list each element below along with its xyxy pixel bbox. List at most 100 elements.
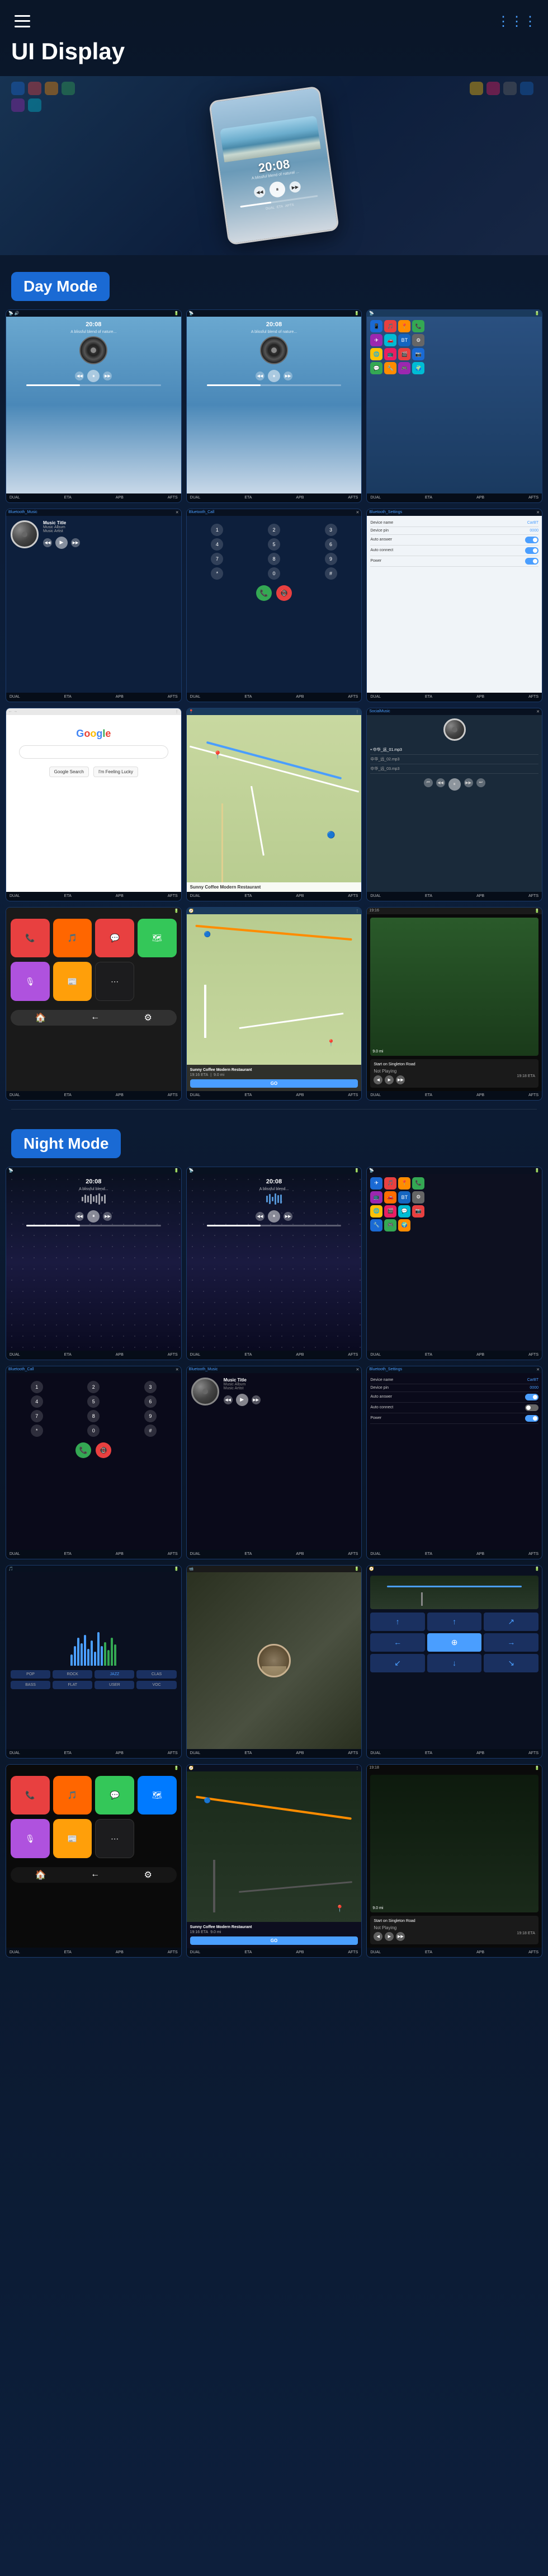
hero-next-btn[interactable]: ▶▶ — [289, 181, 301, 194]
map-ctrl-1[interactable]: ↑ — [370, 1613, 425, 1631]
app-icon[interactable]: 🎵 — [384, 320, 396, 332]
more-app[interactable]: ⋯ — [95, 962, 134, 1001]
app-n3[interactable]: 📍 — [398, 1177, 410, 1190]
app-n8[interactable]: ⚙ — [412, 1191, 424, 1204]
n-maps-app[interactable]: 🗺 — [138, 1776, 177, 1815]
local-next2[interactable]: ⏭ — [476, 778, 485, 787]
night-play2[interactable]: ⏸ — [268, 1210, 280, 1223]
next-btn[interactable]: ▶▶ — [103, 372, 112, 380]
dial-0[interactable]: 0 — [268, 567, 280, 580]
night-prev2[interactable]: ◀◀ — [256, 1212, 264, 1221]
map-ctrl-2[interactable]: ↑ — [427, 1613, 482, 1631]
n-messages-app[interactable]: 💬 — [95, 1776, 134, 1815]
nav-dots-icon[interactable]: ⋮⋮⋮ — [497, 13, 537, 30]
eq-btn-2[interactable]: ROCK — [53, 1670, 92, 1679]
google-search-btn[interactable]: Google Search — [49, 767, 89, 777]
n-bt-next[interactable]: ▶▶ — [252, 1395, 261, 1404]
map-ctrl-5[interactable]: → — [484, 1633, 538, 1652]
app-icon[interactable]: 📞 — [412, 320, 424, 332]
bt-play[interactable]: ▶ — [55, 537, 68, 549]
app-n6[interactable]: 🚗 — [384, 1191, 396, 1204]
app-icon[interactable]: 🌐 — [370, 348, 382, 360]
night-prev[interactable]: ◀◀ — [75, 1212, 84, 1221]
app-n9[interactable]: 🌐 — [370, 1205, 382, 1218]
n-news[interactable]: 📰 — [53, 1819, 92, 1858]
map-ctrl-center[interactable]: ⊕ — [427, 1633, 482, 1652]
n-np-play[interactable]: ▶ — [385, 1932, 394, 1941]
map-ctrl-7[interactable]: ↓ — [427, 1654, 482, 1672]
dial-2[interactable]: 2 — [268, 524, 280, 536]
call-btn[interactable]: 📞 — [256, 585, 272, 601]
n-dial-7[interactable]: 7 — [31, 1410, 43, 1422]
app-icon[interactable]: 🔧 — [384, 362, 396, 374]
n-dial-3[interactable]: 3 — [144, 1381, 157, 1393]
app-n10[interactable]: 🎬 — [384, 1205, 396, 1218]
eq-btn-6[interactable]: FLAT — [53, 1681, 92, 1689]
n-podcast[interactable]: 🎙 — [11, 1819, 50, 1858]
night-next2[interactable]: ▶▶ — [284, 1212, 292, 1221]
app-n11[interactable]: 💬 — [398, 1205, 410, 1218]
app-n7[interactable]: BT — [398, 1191, 410, 1204]
local-prev2[interactable]: ◀◀ — [436, 778, 445, 787]
messages-app[interactable]: 💬 — [95, 919, 134, 958]
eq-btn-5[interactable]: BASS — [11, 1681, 50, 1689]
n-dial-8[interactable]: 8 — [87, 1410, 100, 1422]
map-ctrl-6[interactable]: ↙ — [370, 1654, 425, 1672]
n-end-call[interactable]: 📵 — [96, 1442, 111, 1458]
n-dial-hash[interactable]: # — [144, 1425, 157, 1437]
app-icon[interactable]: 🚗 — [384, 334, 396, 346]
n-dial-5[interactable]: 5 — [87, 1395, 100, 1408]
prev-btn[interactable]: ◀◀ — [75, 372, 84, 380]
bt-next[interactable]: ▶▶ — [71, 538, 80, 547]
n-bt-prev[interactable]: ◀◀ — [224, 1395, 233, 1404]
lucky-btn[interactable]: I'm Feeling Lucky — [93, 767, 138, 777]
track-3[interactable]: 中华_远_03.mp3 — [370, 764, 538, 774]
dial-8[interactable]: 8 — [268, 553, 280, 565]
n-call-btn[interactable]: 📞 — [75, 1442, 91, 1458]
eq-btn-7[interactable]: USER — [95, 1681, 134, 1689]
n-siri[interactable]: ⚙ — [144, 1869, 152, 1881]
siri-icon[interactable]: ⚙ — [144, 1012, 152, 1023]
n-dial-2[interactable]: 2 — [87, 1381, 100, 1393]
dial-9[interactable]: 9 — [325, 553, 337, 565]
app-icon[interactable]: 🌍 — [412, 362, 424, 374]
end-call-btn[interactable]: 📵 — [276, 585, 292, 601]
back-icon[interactable]: ← — [91, 1012, 100, 1023]
google-search-bar[interactable] — [19, 745, 168, 759]
power-toggle[interactable] — [525, 558, 538, 565]
auto-connect-toggle[interactable] — [525, 547, 538, 554]
app-icon[interactable]: 📷 — [412, 348, 424, 360]
map-ctrl-4[interactable]: ← — [370, 1633, 425, 1652]
night-next[interactable]: ▶▶ — [103, 1212, 112, 1221]
news-app[interactable]: 📰 — [53, 962, 92, 1001]
play-btn[interactable]: ⏸ — [87, 370, 100, 382]
music-app[interactable]: 🎵 — [53, 919, 92, 958]
n-dial-0[interactable]: 0 — [87, 1425, 100, 1437]
dial-6[interactable]: 6 — [325, 538, 337, 551]
n-home[interactable]: 🏠 — [35, 1869, 46, 1881]
track-2[interactable]: 中华_远_02.mp3 — [370, 755, 538, 764]
podcast-app[interactable]: 🎙 — [11, 962, 50, 1001]
eq-btn-4[interactable]: CLAS — [136, 1670, 176, 1679]
track-1[interactable]: • 中华_远_01.mp3 — [370, 745, 538, 755]
night-play[interactable]: ⏸ — [87, 1210, 100, 1223]
eq-btn-3[interactable]: JAZZ — [95, 1670, 134, 1679]
next-btn2[interactable]: ▶▶ — [284, 372, 292, 380]
app-n12[interactable]: 📷 — [412, 1205, 424, 1218]
dial-5[interactable]: 5 — [268, 538, 280, 551]
local-play[interactable]: ⏸ — [448, 778, 461, 791]
dial-4[interactable]: 4 — [211, 538, 223, 551]
n-phone-app[interactable]: 📞 — [11, 1776, 50, 1815]
map-ctrl-8[interactable]: ↘ — [484, 1654, 538, 1672]
phone-app[interactable]: 📞 — [11, 919, 50, 958]
n-dial-4[interactable]: 4 — [31, 1395, 43, 1408]
np-next[interactable]: ▶▶ — [396, 1075, 405, 1084]
app-icon[interactable]: 💬 — [370, 362, 382, 374]
go-button[interactable]: GO — [190, 1079, 358, 1088]
dial-7[interactable]: 7 — [211, 553, 223, 565]
n-back[interactable]: ← — [91, 1869, 100, 1881]
hamburger-icon[interactable] — [11, 10, 34, 32]
n-dial-star[interactable]: * — [31, 1425, 43, 1437]
n-np-prev[interactable]: ◀ — [374, 1932, 382, 1941]
maps-app[interactable]: 🗺 — [138, 919, 177, 958]
